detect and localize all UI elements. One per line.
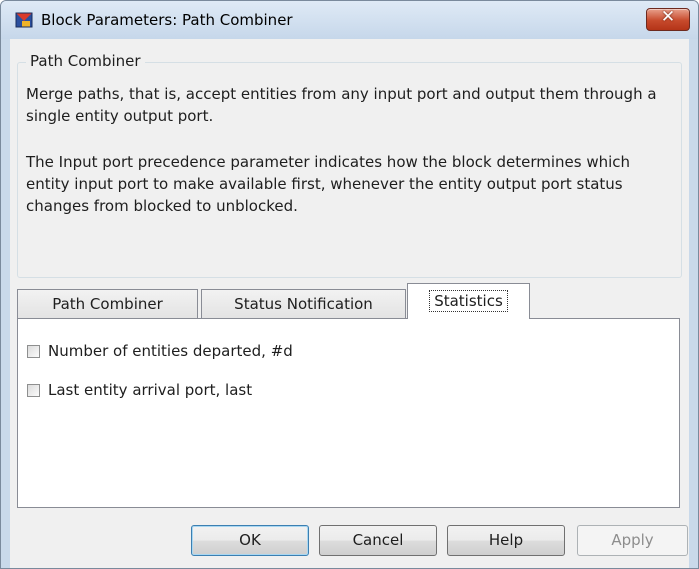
- tab-status-notification[interactable]: Status Notification: [201, 289, 406, 318]
- description-paragraph-2: The Input port precedence parameter indi…: [26, 153, 631, 215]
- title-bar[interactable]: Block Parameters: Path Combiner ✕: [1, 1, 698, 39]
- number-departed-option[interactable]: Number of entities departed, #d: [27, 341, 293, 361]
- dialog-client-area: Path Combiner Merge paths, that is, acce…: [10, 39, 689, 568]
- last-arrival-port-option[interactable]: Last entity arrival port, last: [27, 380, 252, 400]
- apply-button[interactable]: Apply: [577, 525, 688, 556]
- tab-label: Path Combiner: [52, 295, 163, 313]
- simulink-block-icon: [15, 12, 33, 28]
- cancel-button[interactable]: Cancel: [319, 525, 437, 556]
- ok-button[interactable]: OK: [191, 525, 309, 556]
- checkbox-label: Number of entities departed, #d: [48, 342, 293, 360]
- close-icon: ✕: [660, 7, 676, 27]
- tab-statistics[interactable]: Statistics: [407, 283, 530, 319]
- number-departed-checkbox[interactable]: [27, 344, 40, 358]
- tab-strip: Path Combiner Status Notification Statis…: [17, 283, 681, 319]
- window-title: Block Parameters: Path Combiner: [41, 11, 293, 29]
- statistics-tab-panel: Number of entities departed, #d Last ent…: [17, 318, 680, 508]
- groupbox-title: Path Combiner: [26, 52, 145, 70]
- dialog-window: Block Parameters: Path Combiner ✕ Path C…: [0, 0, 699, 569]
- last-arrival-port-checkbox[interactable]: [27, 383, 40, 397]
- tab-label: Statistics: [429, 290, 508, 312]
- close-button[interactable]: ✕: [646, 7, 690, 31]
- help-button[interactable]: Help: [447, 525, 565, 556]
- tab-label: Status Notification: [234, 295, 373, 313]
- tab-path-combiner[interactable]: Path Combiner: [17, 289, 198, 318]
- checkbox-label: Last entity arrival port, last: [48, 381, 253, 399]
- description-paragraph-1: Merge paths, that is, accept entities fr…: [26, 85, 657, 125]
